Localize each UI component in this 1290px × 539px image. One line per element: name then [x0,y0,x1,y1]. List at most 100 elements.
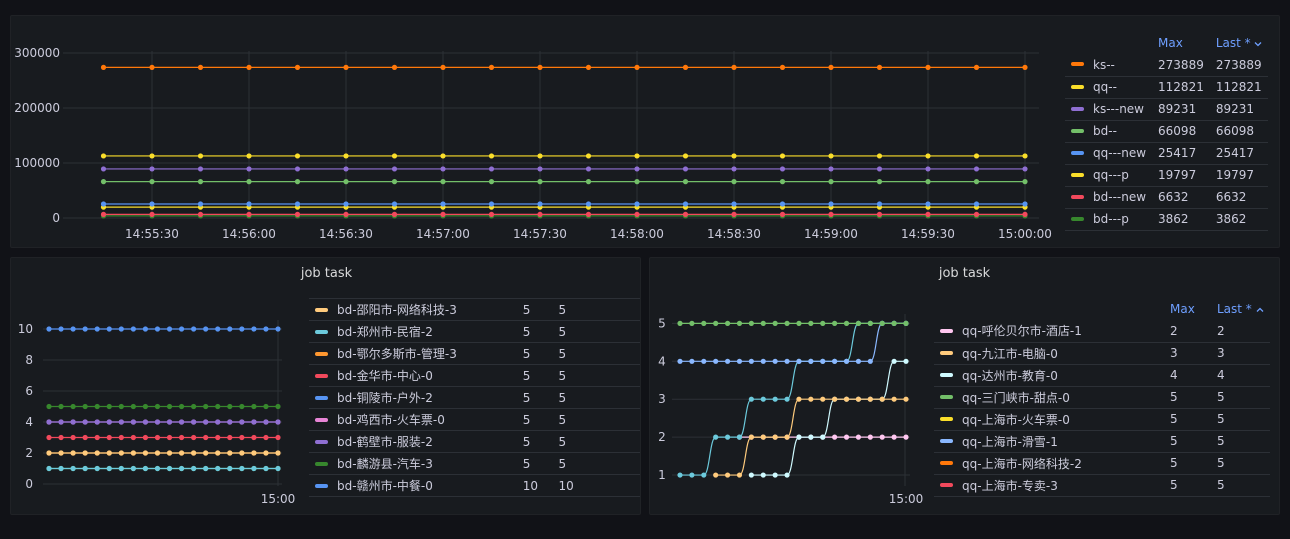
data-point[interactable] [537,153,543,159]
data-point[interactable] [215,403,221,410]
data-point[interactable] [713,434,719,440]
data-point[interactable] [796,396,802,402]
data-point[interactable] [713,320,719,326]
data-point[interactable] [879,320,885,326]
data-point[interactable] [343,153,349,159]
data-point[interactable] [748,320,754,326]
legend-header-last[interactable]: Last * [1210,32,1269,54]
legend-row[interactable]: qq-达州市-教育-0 4 4 [934,364,1270,387]
data-point[interactable] [154,434,161,441]
data-point[interactable] [130,465,136,472]
data-point[interactable] [903,434,909,440]
data-point[interactable] [876,201,883,207]
data-point[interactable] [58,450,64,456]
data-point[interactable] [925,211,931,217]
data-point[interactable] [142,326,149,332]
data-point[interactable] [251,450,257,456]
data-point[interactable] [488,64,495,70]
data-point[interactable] [537,179,543,185]
data-point[interactable] [832,320,838,326]
data-point[interactable] [867,396,873,402]
data-point[interactable] [203,419,209,425]
data-point[interactable] [227,434,233,441]
legend-row[interactable]: qq-- 112821 112821 [1065,76,1269,99]
data-point[interactable] [634,201,640,207]
legend-row[interactable]: qq---p 19797 19797 [1065,164,1269,187]
data-point[interactable] [263,419,269,425]
data-point[interactable] [118,403,124,410]
legend-row[interactable]: bd-- 66098 66098 [1065,120,1269,143]
data-point[interactable] [843,434,850,440]
data-point[interactable] [440,179,446,185]
data-point[interactable] [130,326,136,332]
data-point[interactable] [130,434,136,441]
data-point[interactable] [215,419,221,425]
legend-row[interactable]: qq-上海市-火车票-0 5 5 [934,408,1270,431]
data-point[interactable] [1022,211,1028,217]
data-point[interactable] [82,326,88,332]
data-point[interactable] [149,64,155,70]
data-point[interactable] [925,201,931,207]
data-point[interactable] [585,211,592,217]
legend-row[interactable]: bd---new 6632 6632 [1065,186,1269,209]
data-point[interactable] [634,179,640,185]
data-point[interactable] [203,403,209,410]
data-point[interactable] [275,326,281,332]
data-point[interactable] [772,320,778,326]
data-point[interactable] [891,358,897,364]
series[interactable] [100,166,1028,172]
data-point[interactable] [879,434,885,440]
legend-row[interactable]: bd-郑州市-民宿-2 5 5 [309,320,640,343]
data-point[interactable] [867,320,873,326]
data-point[interactable] [70,465,76,472]
data-point[interactable] [263,465,269,472]
data-point[interactable] [142,434,149,441]
data-point[interactable] [973,179,980,185]
data-point[interactable] [1022,179,1028,185]
data-point[interactable] [203,326,209,332]
data-point[interactable] [440,201,446,207]
series[interactable] [46,465,281,472]
data-point[interactable] [191,450,197,456]
data-point[interactable] [191,326,197,332]
data-point[interactable] [294,211,301,217]
data-point[interactable] [585,179,592,185]
data-point[interactable] [166,326,173,332]
data-point[interactable] [808,358,814,364]
data-point[interactable] [154,419,161,425]
data-point[interactable] [106,326,112,332]
data-point[interactable] [251,465,257,472]
data-point[interactable] [876,166,883,172]
data-point[interactable] [925,64,931,70]
data-point[interactable] [70,450,76,456]
legend-row[interactable]: ks---new 89231 89231 [1065,98,1269,121]
data-point[interactable] [808,434,814,440]
data-point[interactable] [58,403,64,410]
data-point[interactable] [682,201,689,207]
data-point[interactable] [70,419,76,425]
data-point[interactable] [142,419,149,425]
data-point[interactable] [294,166,301,172]
series[interactable] [100,179,1028,185]
data-point[interactable] [246,166,252,172]
legend-row[interactable]: ks-- 273889 273889 [1065,54,1269,77]
data-point[interactable] [227,403,233,410]
data-point[interactable] [689,358,695,364]
legend-row[interactable]: bd-麟游县-汽车-3 5 5 [309,452,640,475]
data-point[interactable] [828,201,834,207]
data-point[interactable] [70,434,76,441]
data-point[interactable] [215,434,221,441]
data-point[interactable] [682,64,689,70]
legend-row[interactable]: bd-邵阳市-网络科技-3 5 5 [309,298,640,321]
data-point[interactable] [760,434,766,440]
data-point[interactable] [215,326,221,332]
data-point[interactable] [118,434,124,441]
data-point[interactable] [736,320,743,326]
data-point[interactable] [251,326,257,332]
data-point[interactable] [82,419,88,425]
data-point[interactable] [197,179,204,185]
series[interactable] [46,434,281,441]
series[interactable] [100,204,1028,210]
data-point[interactable] [118,465,124,472]
series[interactable] [677,320,909,364]
